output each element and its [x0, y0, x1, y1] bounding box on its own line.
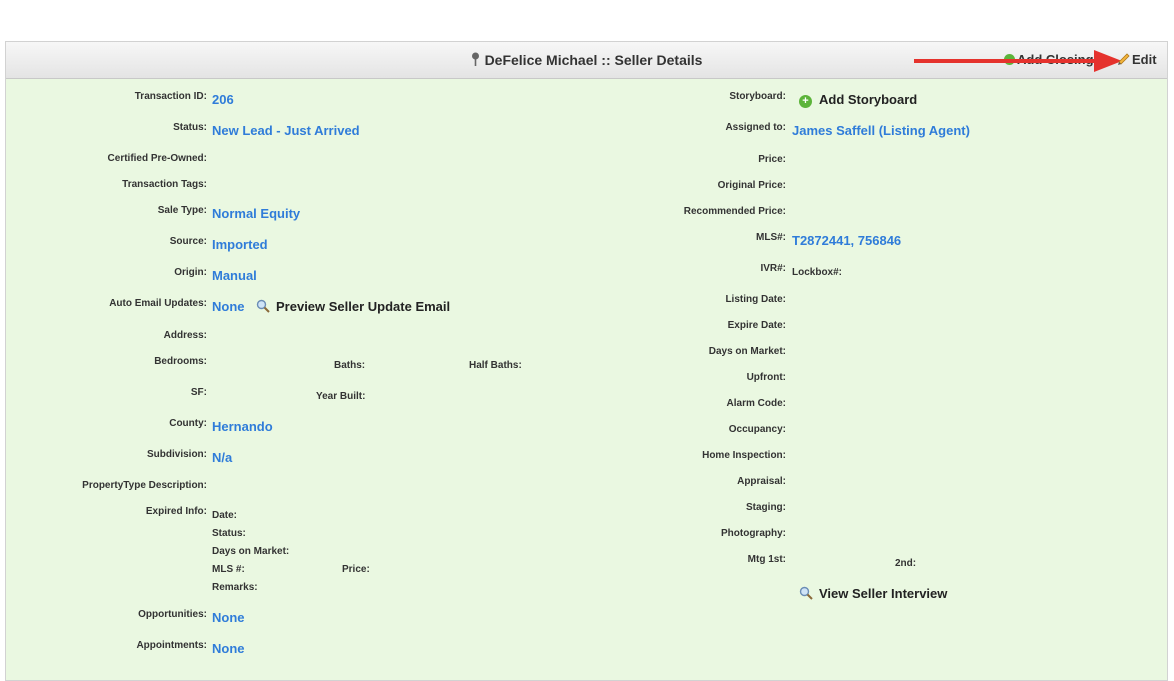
appointments-label: Appointments:: [136, 640, 207, 651]
recommended-price-label: Recommended Price:: [683, 206, 786, 217]
pencil-icon: [1118, 53, 1130, 65]
bedrooms-label: Bedrooms:: [154, 356, 207, 367]
source-value: Imported: [212, 237, 268, 252]
tags-label: Transaction Tags:: [122, 179, 207, 190]
plus-icon: +: [799, 95, 812, 108]
expired-price-label: Price:: [342, 564, 370, 575]
subdivision-label: Subdivision:: [147, 449, 207, 460]
original-price-label: Original Price:: [717, 180, 786, 191]
source-label: Source:: [169, 236, 207, 247]
sale-type-value: Normal Equity: [212, 206, 301, 221]
assigned-label: Assigned to:: [725, 122, 786, 133]
photography-label: Photography:: [721, 528, 786, 539]
sf-label: SF:: [190, 387, 207, 398]
auto-email-value: None: [212, 299, 245, 314]
mls-value: T2872441, 756846: [792, 233, 902, 248]
county-label: County:: [169, 418, 207, 429]
alarm-code-label: Alarm Code:: [726, 398, 786, 409]
occupancy-label: Occupancy:: [728, 424, 786, 435]
storyboard-label: Storyboard:: [729, 91, 786, 102]
edit-label: Edit: [1132, 52, 1157, 67]
county-value: Hernando: [212, 419, 273, 434]
magnifier-icon: [256, 299, 270, 313]
expire-date-label: Expire Date:: [727, 320, 786, 331]
staging-label: Staging:: [746, 502, 786, 513]
transaction-id-label: Transaction ID:: [134, 91, 207, 102]
lockbox-label: Lockbox#:: [792, 267, 843, 278]
title-text: DeFelice Michael :: Seller Details: [484, 52, 703, 68]
transaction-id-value: 206: [212, 92, 234, 107]
dom-label: Days on Market:: [708, 346, 786, 357]
mtg-1st-label: Mtg 1st:: [747, 554, 786, 565]
expired-info-label: Expired Info:: [145, 506, 207, 517]
assigned-value[interactable]: James Saffell (Listing Agent): [792, 123, 970, 138]
expired-status-label: Status:: [212, 528, 246, 539]
expired-remarks-label: Remarks:: [212, 582, 258, 593]
opportunities-value[interactable]: None: [212, 610, 245, 625]
pin-icon: [471, 52, 479, 66]
year-built-label: Year Built:: [316, 391, 366, 402]
price-label: Price:: [758, 154, 786, 165]
baths-label: Baths:: [334, 360, 366, 371]
magnifier-icon: [799, 586, 813, 600]
opportunities-label: Opportunities:: [138, 609, 207, 620]
preview-email-link[interactable]: Preview Seller Update Email: [256, 299, 450, 314]
listing-date-label: Listing Date:: [725, 294, 786, 305]
expired-date-label: Date:: [212, 510, 238, 521]
mls-label: MLS#:: [756, 232, 786, 243]
status-label: Status:: [173, 122, 207, 133]
preview-email-text: Preview Seller Update Email: [276, 299, 451, 314]
expired-dom-label: Days on Market:: [212, 546, 290, 557]
appraisal-label: Appraisal:: [737, 476, 786, 487]
auto-email-label: Auto Email Updates:: [109, 298, 207, 309]
upfront-label: Upfront:: [746, 372, 786, 383]
ivr-label: IVR#:: [760, 263, 786, 274]
status-value: New Lead - Just Arrived: [212, 123, 360, 138]
edit-button[interactable]: Edit: [1117, 52, 1157, 67]
origin-value: Manual: [212, 268, 257, 283]
add-storyboard-button[interactable]: + Add Storyboard: [799, 92, 917, 108]
certified-label: Certified Pre-Owned:: [107, 153, 207, 164]
half-baths-label: Half Baths:: [469, 360, 522, 371]
sale-type-label: Sale Type:: [157, 205, 207, 216]
red-arrow-annotation: [914, 50, 1122, 72]
expired-mls-label: MLS #:: [212, 564, 245, 575]
view-seller-interview-link[interactable]: View Seller Interview: [799, 586, 947, 601]
origin-label: Origin:: [174, 267, 207, 278]
view-seller-interview-text: View Seller Interview: [819, 586, 948, 601]
property-type-label: PropertyType Description:: [82, 480, 207, 491]
mtg-2nd-label: 2nd:: [895, 558, 917, 569]
appointments-value[interactable]: None: [212, 641, 245, 656]
subdivision-value: N/a: [212, 450, 233, 465]
address-label: Address:: [163, 330, 207, 341]
add-storyboard-text: Add Storyboard: [819, 92, 918, 107]
home-inspection-label: Home Inspection:: [702, 450, 786, 461]
panel-header: DeFelice Michael :: Seller Details Add C…: [6, 42, 1167, 79]
